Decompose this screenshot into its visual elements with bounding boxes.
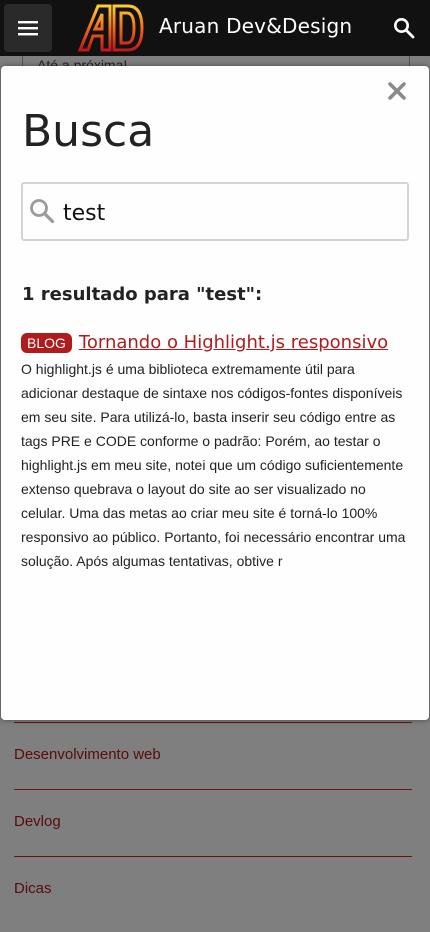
category-link[interactable]: Dicas — [14, 856, 412, 923]
search-icon — [394, 18, 415, 39]
results-count: 1 resultado para "test": — [22, 284, 263, 305]
search-input[interactable] — [61, 192, 405, 234]
menu-button[interactable] — [4, 4, 52, 52]
search-icon — [30, 199, 55, 224]
category-link[interactable]: Desenvolvimento web — [14, 722, 412, 789]
close-button[interactable] — [385, 80, 409, 104]
result-title-link[interactable]: Tornando o Highlight.js responsivo — [79, 332, 388, 353]
search-field[interactable] — [21, 182, 409, 241]
hamburger-icon — [18, 21, 38, 36]
modal-title: Busca — [22, 106, 155, 157]
site-logo[interactable] — [76, 2, 146, 54]
result-excerpt: O highlight.js é uma biblioteca extremam… — [21, 361, 406, 569]
search-button[interactable] — [390, 14, 418, 42]
search-modal: Busca 1 resultado para "test": BLOG Torn… — [1, 66, 429, 720]
search-result: BLOG Tornando o Highlight.js responsivo … — [21, 332, 413, 573]
close-icon — [388, 82, 406, 100]
top-app-bar: Aruan Dev&Design — [0, 0, 430, 56]
category-link[interactable]: Devlog — [14, 789, 412, 856]
site-title[interactable]: Aruan Dev&Design — [159, 14, 352, 38]
category-list: Desenvolvimento web Devlog Dicas — [0, 722, 430, 923]
result-category-badge: BLOG — [21, 332, 72, 353]
